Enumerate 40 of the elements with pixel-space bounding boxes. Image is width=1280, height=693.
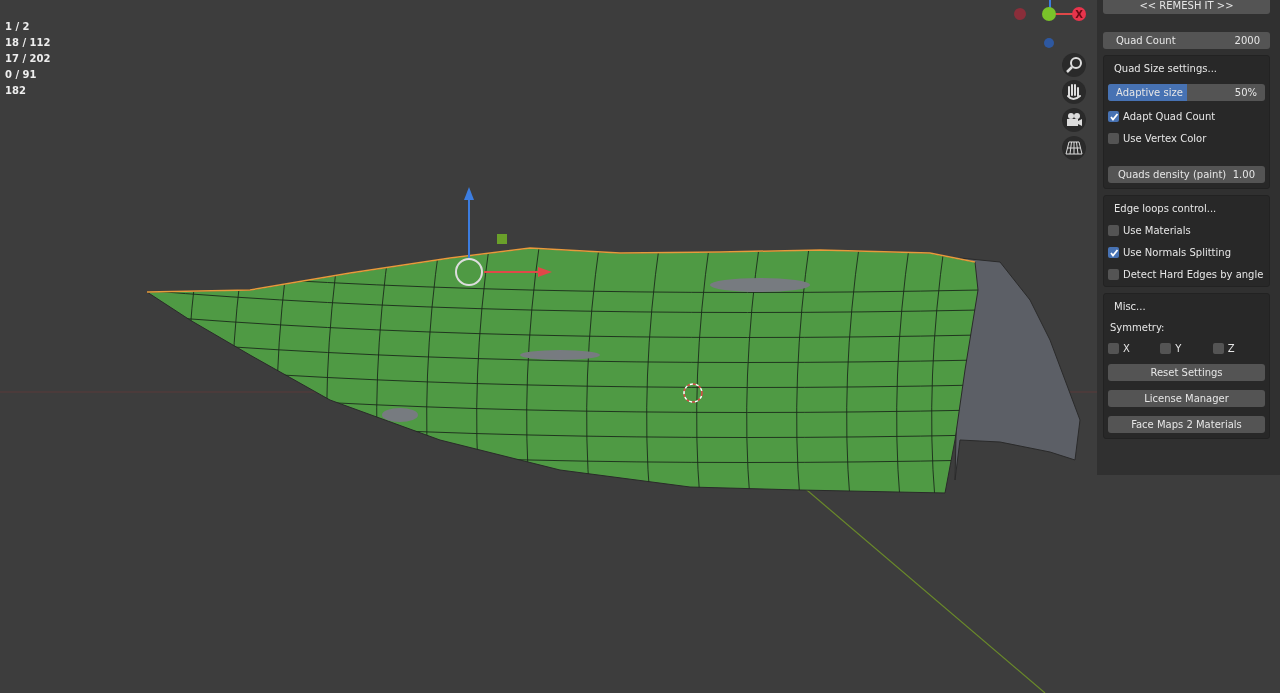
checkbox[interactable] xyxy=(1108,343,1119,354)
stat-text: 17 / 202 xyxy=(5,52,51,65)
density-field[interactable]: Quads density (paint) 1.00 xyxy=(1108,166,1265,183)
x-axis-label: X xyxy=(1075,9,1083,20)
symmetry-label: Symmetry: xyxy=(1109,322,1166,333)
quad-count-field[interactable]: Quad Count 2000 xyxy=(1103,32,1270,49)
checkbox-label: Use Vertex Color xyxy=(1123,133,1207,144)
checkbox[interactable] xyxy=(1108,111,1119,122)
checkbox[interactable] xyxy=(1108,247,1119,258)
3d-cursor-icon xyxy=(683,383,703,403)
checkbox[interactable] xyxy=(1212,343,1224,354)
stat-text: 1 / 2 xyxy=(5,20,31,33)
checkbox[interactable] xyxy=(1108,269,1119,280)
grid-icon[interactable] xyxy=(1062,136,1086,160)
stat-text: 0 / 91 xyxy=(5,68,38,81)
remesh-button[interactable]: << REMESH IT >> xyxy=(1103,0,1270,14)
transform-gizmo-drawing[interactable] xyxy=(455,187,552,286)
checkbox-label: Z xyxy=(1227,343,1235,354)
checkbox[interactable] xyxy=(1108,225,1119,236)
checkbox[interactable] xyxy=(1108,133,1119,144)
section-title: Edge loops control... xyxy=(1113,202,1218,215)
stat-text: 182 xyxy=(5,84,27,97)
checkbox-label: Adapt Quad Count xyxy=(1123,111,1216,122)
checkbox-label: X xyxy=(1123,343,1130,354)
panel-button[interactable]: Face Maps 2 Materials xyxy=(1108,416,1265,433)
checkbox-label: Y xyxy=(1175,343,1182,354)
hand-icon[interactable] xyxy=(1062,80,1086,104)
navigation-gizmo-drawing[interactable] xyxy=(1014,0,1086,48)
stat-text: 18 / 112 xyxy=(5,36,51,49)
panel-button[interactable]: Reset Settings xyxy=(1108,364,1265,381)
checkbox-label: Use Normals Splitting xyxy=(1123,247,1231,258)
section-title: Quad Size settings... xyxy=(1113,62,1218,75)
checkbox[interactable] xyxy=(1160,343,1172,354)
panel-button[interactable]: License Manager xyxy=(1108,390,1265,407)
checkbox-label: Detect Hard Edges by angle xyxy=(1123,269,1264,280)
zoom-icon[interactable] xyxy=(1062,53,1086,77)
section-title: Misc... xyxy=(1113,300,1147,313)
adaptive-size-slider[interactable]: Adaptive size 50% xyxy=(1108,84,1265,101)
camera-icon[interactable] xyxy=(1062,108,1086,132)
checkbox-label: Use Materials xyxy=(1123,225,1191,236)
